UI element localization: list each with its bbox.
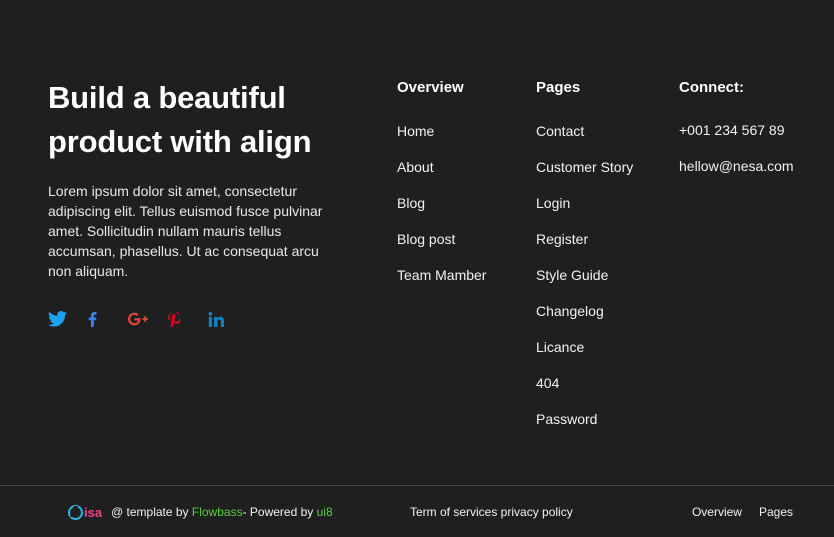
terms-privacy-link[interactable]: Term of services privacy policy xyxy=(410,505,573,519)
template-credit: @ template by Flowbass- Powered by ui8 xyxy=(111,505,333,519)
logo-mark-icon xyxy=(68,504,83,520)
contact-phone: +001 234 567 89 xyxy=(679,122,785,138)
pinterest-link[interactable] xyxy=(168,311,208,327)
linkedin-link[interactable] xyxy=(208,311,248,327)
google-plus-icon xyxy=(128,312,148,326)
overview-heading: Overview xyxy=(397,79,464,96)
footer-link-licence[interactable]: Licance xyxy=(536,339,666,375)
pages-heading: Pages xyxy=(536,79,581,96)
linkedin-icon xyxy=(208,311,225,327)
bottom-nav-overview[interactable]: Overview xyxy=(692,505,742,519)
social-links xyxy=(48,307,338,331)
credit-middle: - Powered by xyxy=(242,505,317,519)
connect-column: Connect: +001 234 567 89 hellow@nesa.com xyxy=(679,79,829,194)
footer-bottom-bar: isa @ template by Flowbass- Powered by u… xyxy=(0,486,834,537)
bottom-nav-pages[interactable]: Pages xyxy=(759,505,793,519)
facebook-link[interactable] xyxy=(88,311,128,327)
footer-link-home[interactable]: Home xyxy=(397,123,527,159)
footer-link-404[interactable]: 404 xyxy=(536,375,666,411)
connect-details: +001 234 567 89 hellow@nesa.com xyxy=(679,122,829,194)
logo-text: isa xyxy=(84,504,103,520)
flowbass-link[interactable]: Flowbass xyxy=(192,505,243,519)
footer-headline: Build a beautiful product with align xyxy=(48,80,312,159)
footer-link-contact[interactable]: Contact xyxy=(536,123,666,159)
nisa-logo[interactable]: isa xyxy=(68,504,102,520)
google-plus-link[interactable] xyxy=(128,312,168,326)
footer-description: Lorem ipsum dolor sit amet, consectetur … xyxy=(48,183,323,279)
footer-link-password[interactable]: Password xyxy=(536,411,666,447)
overview-links: Home About Blog Blog post Team Mamber xyxy=(397,123,527,303)
overview-column: Overview Home About Blog Blog post Team … xyxy=(397,79,527,303)
footer-link-customer-story[interactable]: Customer Story xyxy=(536,159,666,195)
twitter-icon xyxy=(48,311,67,327)
footer-link-style-guide[interactable]: Style Guide xyxy=(536,267,666,303)
footer-link-register[interactable]: Register xyxy=(536,231,666,267)
footer-link-blog[interactable]: Blog xyxy=(397,195,527,231)
pages-links: Contact Customer Story Login Register St… xyxy=(536,123,666,447)
connect-heading: Connect: xyxy=(679,79,744,96)
footer-top: Build a beautiful product with align Lor… xyxy=(0,0,834,485)
credit-prefix: @ template by xyxy=(111,505,192,519)
twitter-link[interactable] xyxy=(48,311,88,327)
pages-column: Pages Contact Customer Story Login Regis… xyxy=(536,79,666,447)
bottom-nav: Overview Pages xyxy=(692,505,793,519)
pinterest-icon xyxy=(168,311,180,327)
facebook-icon xyxy=(88,311,97,327)
footer-link-team-member[interactable]: Team Mamber xyxy=(397,267,527,303)
contact-email: hellow@nesa.com xyxy=(679,158,794,174)
ui8-link[interactable]: ui8 xyxy=(317,505,333,519)
footer-link-login[interactable]: Login xyxy=(536,195,666,231)
footer-link-about[interactable]: About xyxy=(397,159,527,195)
footer-link-changelog[interactable]: Changelog xyxy=(536,303,666,339)
footer-link-blog-post[interactable]: Blog post xyxy=(397,231,527,267)
brand-block: Build a beautiful product with align Lor… xyxy=(48,76,338,331)
